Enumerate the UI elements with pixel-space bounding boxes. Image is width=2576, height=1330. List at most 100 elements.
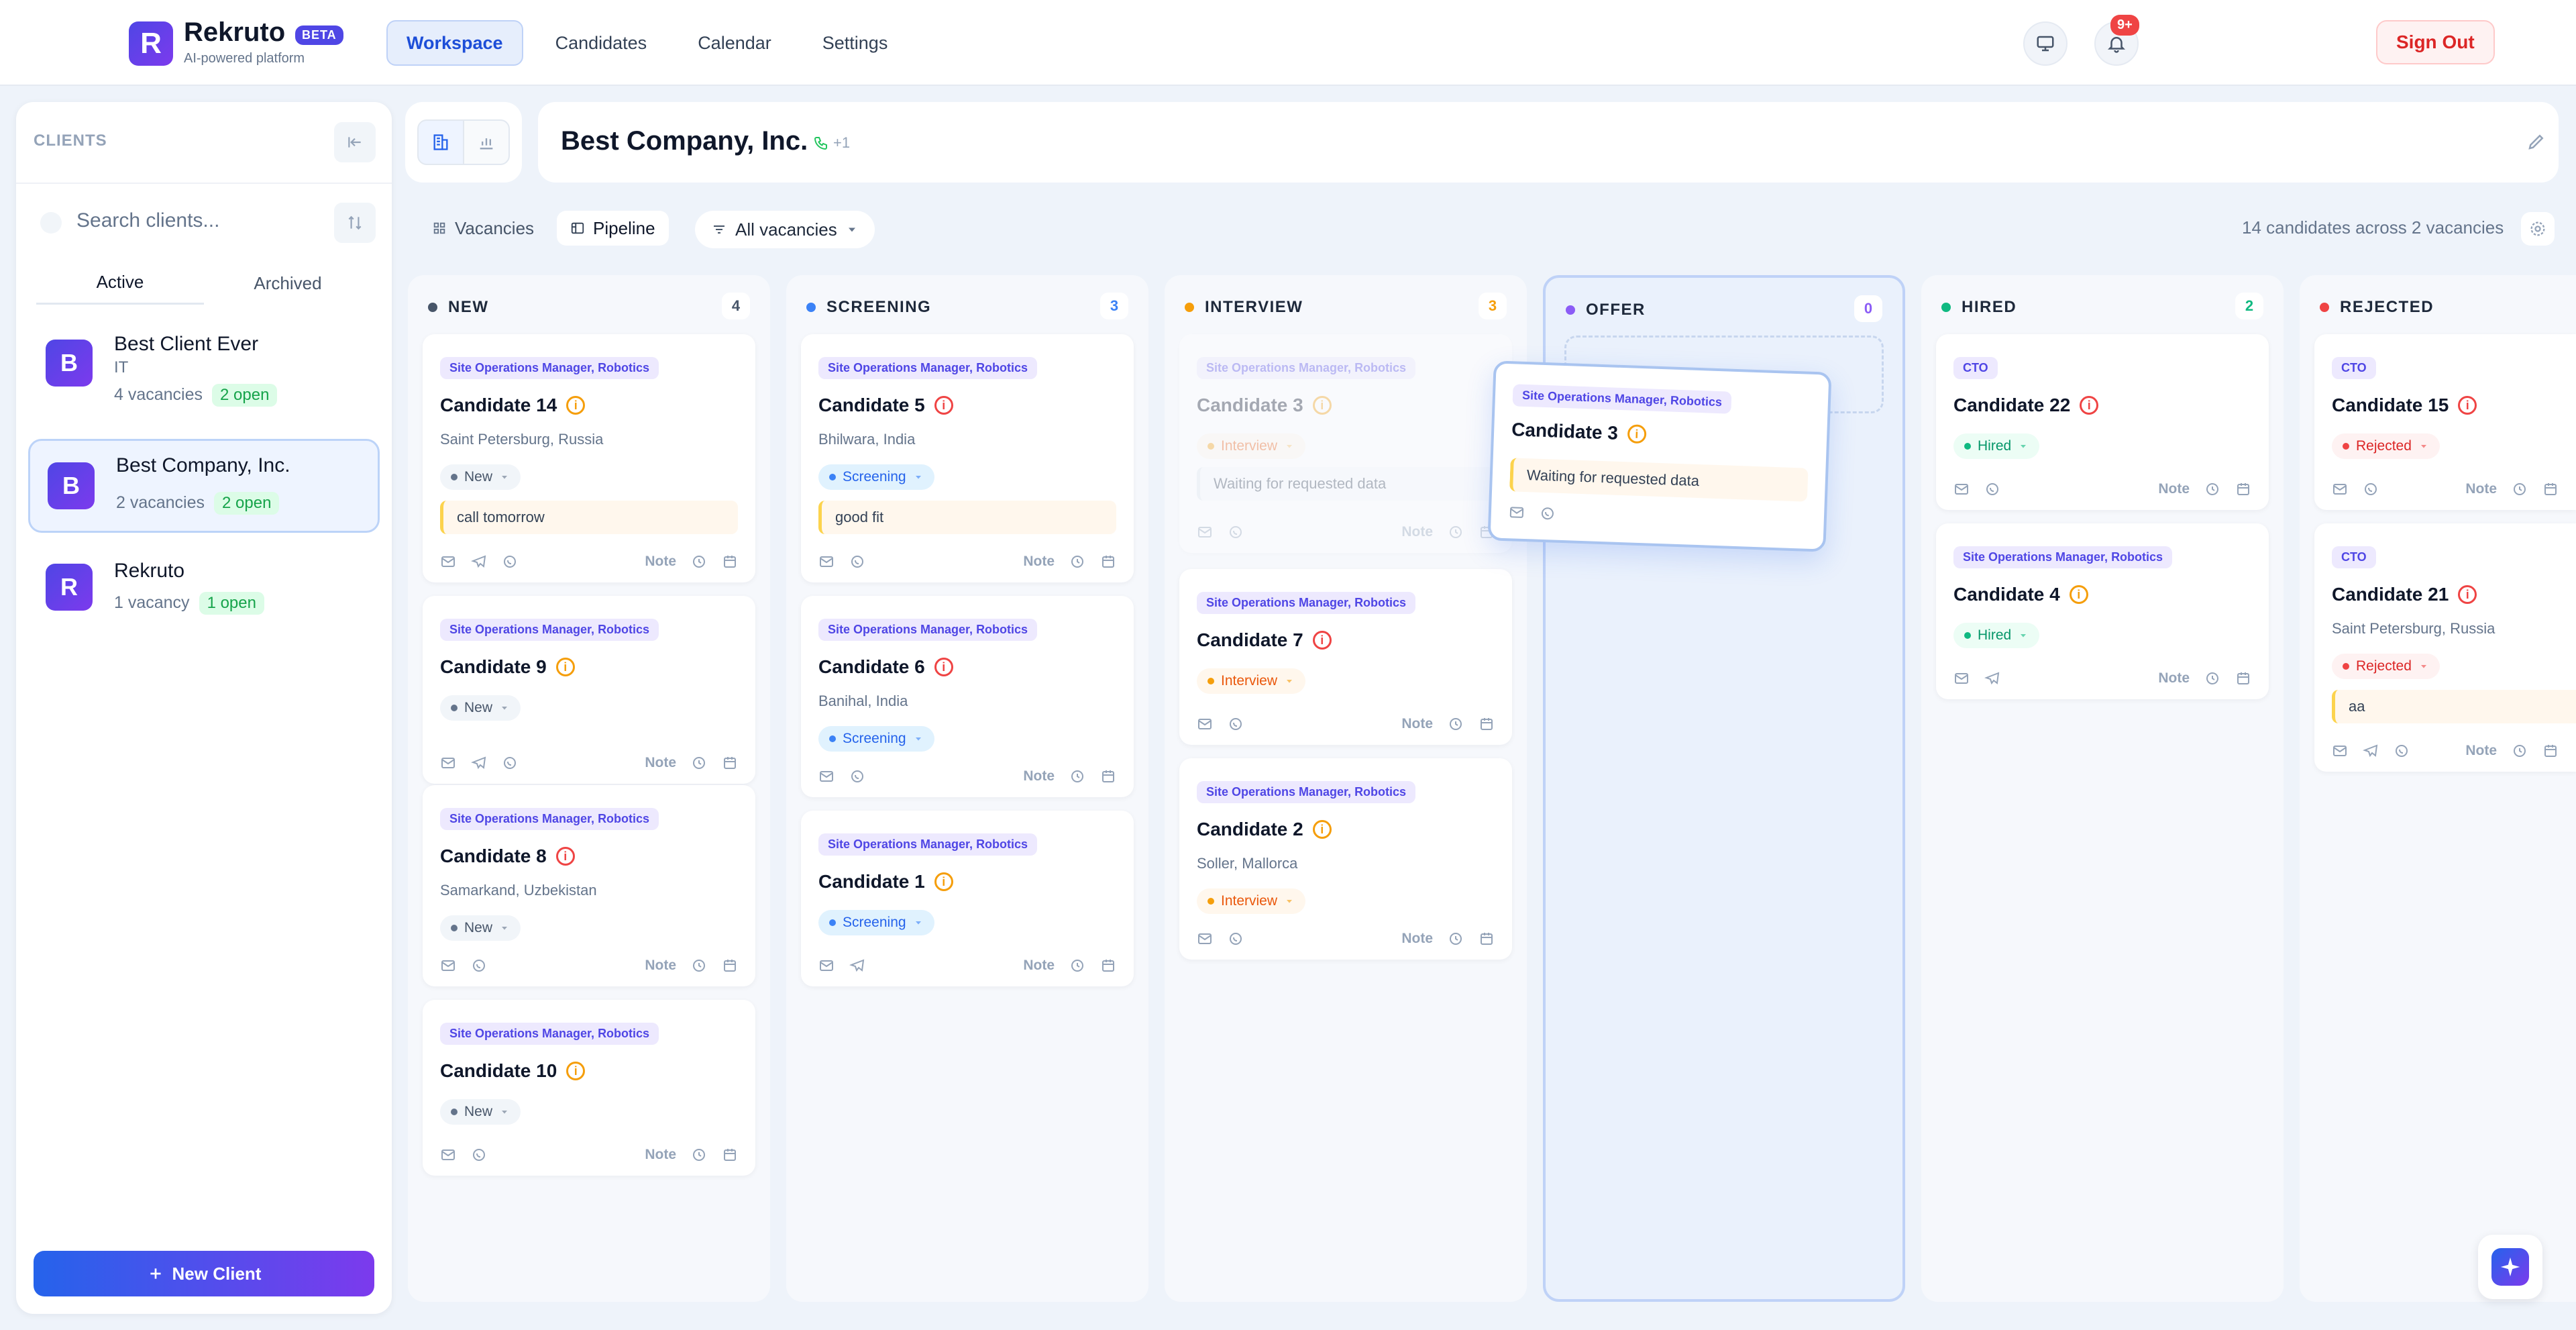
candidate-name[interactable]: Candidate 6 i	[818, 656, 953, 678]
info-icon[interactable]: i	[934, 872, 953, 891]
whatsapp-icon[interactable]	[471, 1147, 487, 1163]
calendar-icon[interactable]	[2542, 743, 2559, 759]
whatsapp-icon[interactable]	[1228, 524, 1244, 540]
sort-button[interactable]	[334, 203, 376, 243]
telegram-icon[interactable]	[849, 958, 865, 974]
candidate-name[interactable]: Candidate 3 i	[1197, 395, 1332, 416]
collapse-sidebar-button[interactable]	[334, 122, 376, 162]
client-search-input[interactable]: Search clients...	[76, 209, 219, 232]
clock-icon[interactable]	[691, 755, 707, 771]
candidate-card[interactable]: Site Operations Manager, Robotics Candida…	[423, 1000, 755, 1176]
calendar-icon[interactable]	[722, 755, 738, 771]
ai-assistant-button[interactable]	[2478, 1235, 2542, 1299]
clock-icon[interactable]	[1069, 768, 1085, 784]
candidate-card[interactable]: CTO Candidate 21 i Saint Petersburg, Russia…	[2314, 523, 2576, 772]
clock-icon[interactable]	[2512, 743, 2528, 759]
mail-icon[interactable]	[440, 554, 456, 570]
mail-icon[interactable]	[2332, 481, 2348, 497]
status-dropdown[interactable]: Rejected	[2332, 433, 2440, 459]
nav-candidates[interactable]: Candidates	[537, 20, 666, 66]
info-icon[interactable]: i	[2080, 396, 2099, 415]
calendar-icon[interactable]	[2542, 481, 2559, 497]
whatsapp-icon[interactable]	[1228, 931, 1244, 947]
clock-icon[interactable]	[1069, 554, 1085, 570]
status-dropdown[interactable]: New	[440, 1099, 521, 1125]
candidate-name[interactable]: Candidate 14 i	[440, 395, 586, 416]
mail-icon[interactable]	[440, 958, 456, 974]
tab-pipeline[interactable]: Pipeline	[557, 211, 669, 246]
candidate-name[interactable]: Candidate 10 i	[440, 1060, 586, 1082]
pipeline-settings-button[interactable]	[2521, 212, 2555, 246]
add-note-button[interactable]: Note	[2158, 670, 2190, 686]
vacancy-filter-dropdown[interactable]: All vacancies	[695, 211, 875, 248]
add-note-button[interactable]: Note	[1023, 768, 1055, 784]
nav-workspace[interactable]: Workspace	[386, 20, 523, 66]
mail-icon[interactable]	[2332, 743, 2348, 759]
client-item-selected[interactable]: B Best Company, Inc. 2 vacancies 2 open	[28, 439, 380, 533]
add-note-button[interactable]: Note	[645, 958, 676, 974]
add-note-button[interactable]: Note	[2465, 481, 2497, 497]
add-note-button[interactable]: Note	[1401, 716, 1433, 732]
candidate-card[interactable]: Site Operations Manager, Robotics Candida…	[423, 785, 755, 986]
clock-icon[interactable]	[2204, 670, 2220, 686]
add-note-button[interactable]: Note	[1023, 554, 1055, 570]
calendar-icon[interactable]	[1100, 554, 1116, 570]
mail-icon[interactable]	[818, 554, 835, 570]
clock-icon[interactable]	[691, 554, 707, 570]
edit-company-button[interactable]	[2526, 132, 2546, 152]
mail-icon[interactable]	[1953, 481, 1970, 497]
telegram-icon[interactable]	[1984, 670, 2000, 686]
mail-icon[interactable]	[818, 958, 835, 974]
status-dropdown[interactable]: Interview	[1197, 888, 1306, 914]
mail-icon[interactable]	[1197, 931, 1213, 947]
candidate-name[interactable]: Candidate 4 i	[1953, 584, 2088, 605]
tab-archived[interactable]: Archived	[204, 262, 372, 305]
info-icon[interactable]: i	[1312, 820, 1332, 839]
mail-icon[interactable]	[818, 768, 835, 784]
whatsapp-icon[interactable]	[849, 768, 865, 784]
mail-icon[interactable]	[1953, 670, 1970, 686]
add-note-button[interactable]: Note	[645, 554, 676, 570]
candidate-name[interactable]: Candidate 21 i	[2332, 584, 2477, 605]
calendar-icon[interactable]	[1100, 958, 1116, 974]
add-note-button[interactable]: Note	[2158, 481, 2190, 497]
sign-out-button[interactable]: Sign Out	[2376, 20, 2495, 64]
calendar-icon[interactable]	[1100, 768, 1116, 784]
calendar-icon[interactable]	[1479, 716, 1495, 732]
candidate-card[interactable]: CTO Candidate 22 i Hired Note	[1936, 334, 2269, 510]
calendar-icon[interactable]	[2235, 481, 2251, 497]
status-dropdown[interactable]: Hired	[1953, 433, 2040, 459]
candidate-card[interactable]: Site Operations Manager, Robotics Candida…	[1179, 334, 1512, 553]
status-dropdown[interactable]: Interview	[1197, 668, 1306, 694]
info-icon[interactable]: i	[934, 658, 953, 676]
status-dropdown[interactable]: Screening	[818, 464, 934, 490]
calendar-icon[interactable]	[2235, 670, 2251, 686]
add-note-button[interactable]: Note	[2465, 743, 2497, 759]
nav-calendar[interactable]: Calendar	[679, 20, 790, 66]
telegram-icon[interactable]	[471, 755, 487, 771]
info-icon[interactable]: i	[1312, 631, 1332, 650]
clock-icon[interactable]	[1448, 716, 1464, 732]
calendar-icon[interactable]	[1479, 931, 1495, 947]
candidate-name[interactable]: Candidate 7 i	[1197, 629, 1332, 651]
add-note-button[interactable]: Note	[645, 755, 676, 771]
info-icon[interactable]: i	[566, 396, 586, 415]
candidate-card[interactable]: Site Operations Manager, Robotics Candida…	[801, 811, 1134, 986]
info-icon[interactable]: i	[2458, 396, 2477, 415]
status-dropdown[interactable]: New	[440, 695, 521, 721]
status-dropdown[interactable]: Interview	[1197, 433, 1306, 459]
nav-settings[interactable]: Settings	[804, 20, 907, 66]
status-dropdown[interactable]: Screening	[818, 726, 934, 752]
client-item[interactable]: R Rekruto 1 vacancy 1 open	[28, 544, 380, 637]
whatsapp-icon[interactable]	[2394, 743, 2410, 759]
clock-icon[interactable]	[2512, 481, 2528, 497]
whatsapp-icon[interactable]	[502, 755, 518, 771]
mail-icon[interactable]	[1509, 504, 1525, 521]
clock-icon[interactable]	[691, 1147, 707, 1163]
calendar-icon[interactable]	[722, 1147, 738, 1163]
info-icon[interactable]: i	[2069, 585, 2088, 604]
dragging-candidate-card[interactable]: Site Operations Manager, Robotics Candid…	[1487, 360, 1832, 552]
mail-icon[interactable]	[1197, 524, 1213, 540]
candidate-name[interactable]: Candidate 8 i	[440, 846, 575, 867]
clock-icon[interactable]	[691, 958, 707, 974]
